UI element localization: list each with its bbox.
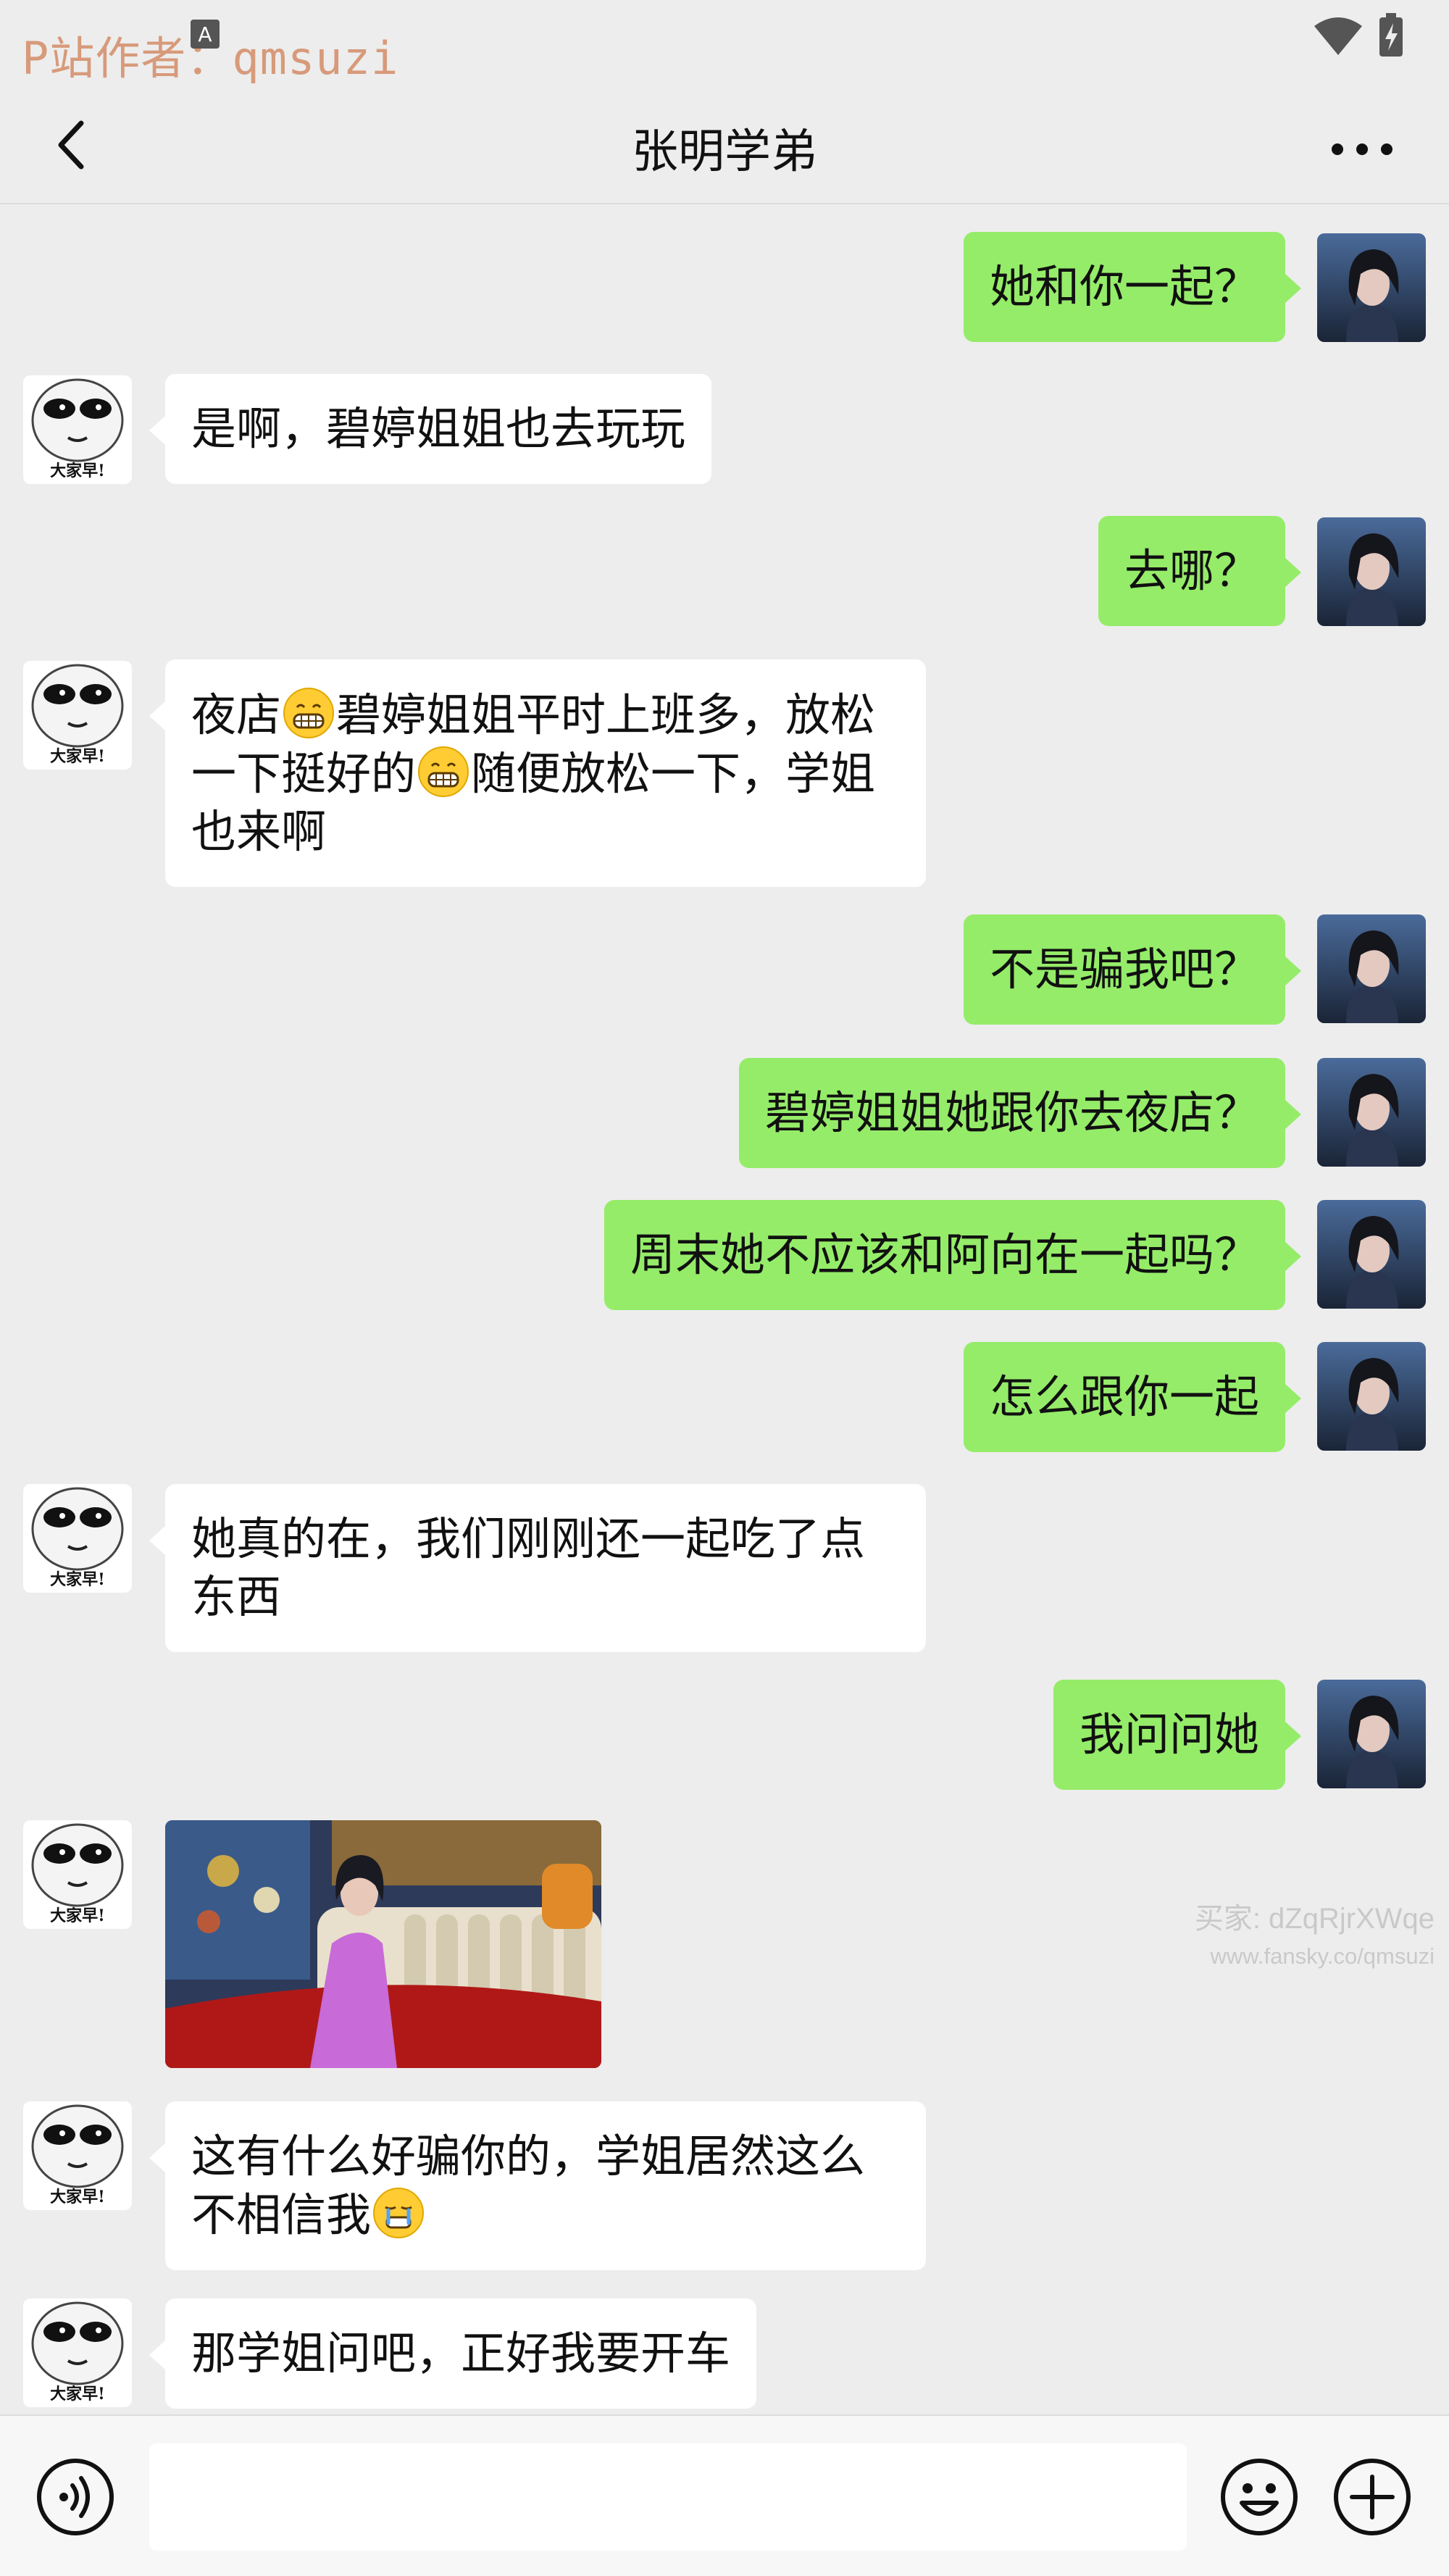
avatar-caption: 大家早! [50, 2188, 105, 2206]
status-bar: P站作者：qmsuzi A [0, 0, 1449, 87]
avatar-caption: 大家早! [50, 1570, 105, 1589]
my-avatar[interactable] [1317, 1680, 1426, 1788]
sent-message-bubble[interactable]: 我问问她 [1053, 1680, 1302, 1790]
buyer-watermark-line1: 买家: dZqRjrXWqe [1194, 1903, 1435, 1935]
user-portrait-icon [1317, 1680, 1426, 1788]
battery-icon [1379, 13, 1403, 57]
my-avatar[interactable] [1317, 914, 1426, 1023]
received-message-bubble[interactable]: 她真的在，我们刚刚还一起吃了点东西 [149, 1484, 926, 1652]
received-message-bubble[interactable]: 夜店 碧婷姐姐平时上班多，放松一下挺好的 随便放松一下，学姐也来啊 [149, 659, 926, 887]
user-portrait-icon [1317, 1200, 1426, 1309]
photo-message[interactable] [165, 1820, 601, 2068]
emoji-button[interactable] [1219, 2456, 1300, 2538]
my-avatar[interactable] [1317, 1200, 1426, 1309]
message-text: 我问问她 [1079, 1708, 1259, 1761]
message-text: 去哪？ [1124, 544, 1259, 597]
sent-message-bubble[interactable]: 她和你一起？ [963, 232, 1302, 342]
title-bar: 张明学弟 [0, 87, 1449, 204]
user-portrait-icon [1317, 1342, 1426, 1451]
contact-avatar[interactable]: 大家早! [23, 1820, 132, 1929]
message-text: 这有什么好骗你的，学姐居然这么不相信我 [191, 2130, 866, 2241]
message-text: 是啊，碧婷姐姐也去玩玩 [191, 402, 686, 455]
buyer-watermark: 买家: dZqRjrXWqe www.fansky.co/qmsuzi [1195, 1898, 1435, 1974]
more-options-button[interactable] [1319, 109, 1406, 181]
more-dots-icon [1332, 143, 1392, 155]
user-portrait-icon [1317, 517, 1426, 626]
contact-avatar[interactable]: 大家早! [23, 661, 132, 770]
received-message-bubble[interactable]: 是啊，碧婷姐姐也去玩玩 [149, 374, 712, 484]
avatar-caption: 大家早! [50, 2385, 105, 2404]
user-portrait-icon [1317, 914, 1426, 1023]
message-text: 不是骗我吧？ [989, 943, 1259, 996]
contact-avatar[interactable]: 大家早! [23, 375, 132, 484]
restaurant-photo-image [165, 1820, 601, 2068]
cry-emoji [371, 2185, 426, 2241]
plus-circle-icon [1334, 2459, 1411, 2535]
input-bar [0, 2414, 1449, 2576]
message-text: 周末她不应该和阿向在一起吗？ [630, 1228, 1259, 1281]
my-avatar[interactable] [1317, 233, 1426, 342]
svg-text:A: A [198, 22, 212, 46]
buyer-watermark-line2: www.fansky.co/qmsuzi [1210, 1943, 1435, 1969]
message-text: 怎么跟你一起 [989, 1370, 1259, 1423]
received-message-bubble[interactable]: 这有什么好骗你的，学姐居然这么不相信我 [149, 2101, 926, 2270]
user-portrait-icon [1317, 233, 1426, 342]
avatar-caption: 大家早! [50, 462, 105, 480]
my-avatar[interactable] [1317, 517, 1426, 626]
chat-screen: P站作者：qmsuzi A 张明学弟 她和你一起？ 大家早! 是啊，碧婷姐姐也去… [0, 0, 1449, 2576]
smiley-icon [1221, 2459, 1298, 2535]
voice-button[interactable] [35, 2456, 116, 2538]
message-text: 碧婷姐姐她跟你去夜店？ [764, 1086, 1259, 1139]
message-input[interactable] [149, 2443, 1187, 2551]
grin-emoji [281, 685, 336, 741]
my-avatar[interactable] [1317, 1342, 1426, 1451]
user-portrait-icon [1317, 1058, 1426, 1167]
sent-message-bubble[interactable]: 周末她不应该和阿向在一起吗？ [604, 1200, 1302, 1310]
grin-emoji [416, 744, 471, 799]
sent-message-bubble[interactable]: 怎么跟你一起 [963, 1342, 1302, 1452]
message-text: 那学姐问吧，正好我要开车 [191, 2327, 731, 2380]
message-text: 她真的在，我们刚刚还一起吃了点东西 [191, 1512, 866, 1623]
message-text: 她和你一起？ [989, 260, 1259, 313]
sent-message-bubble[interactable]: 去哪？ [1098, 516, 1302, 626]
notification-icon: A [191, 20, 220, 49]
contact-avatar[interactable]: 大家早! [23, 2298, 132, 2407]
more-functions-button[interactable] [1332, 2456, 1413, 2538]
received-message-bubble[interactable]: 那学姐问吧，正好我要开车 [149, 2298, 757, 2409]
sent-message-bubble[interactable]: 不是骗我吧？ [963, 914, 1302, 1025]
avatar-caption: 大家早! [50, 747, 105, 766]
chat-title: 张明学弟 [632, 125, 817, 179]
sent-message-bubble[interactable]: 碧婷姐姐她跟你去夜店？ [738, 1058, 1302, 1168]
contact-avatar[interactable]: 大家早! [23, 2101, 132, 2210]
my-avatar[interactable] [1317, 1058, 1426, 1167]
avatar-caption: 大家早! [50, 1906, 105, 1925]
contact-avatar[interactable]: 大家早! [23, 1484, 132, 1593]
wifi-icon [1314, 17, 1362, 55]
message-text: 夜店 [191, 688, 282, 741]
voice-icon [37, 2459, 114, 2535]
